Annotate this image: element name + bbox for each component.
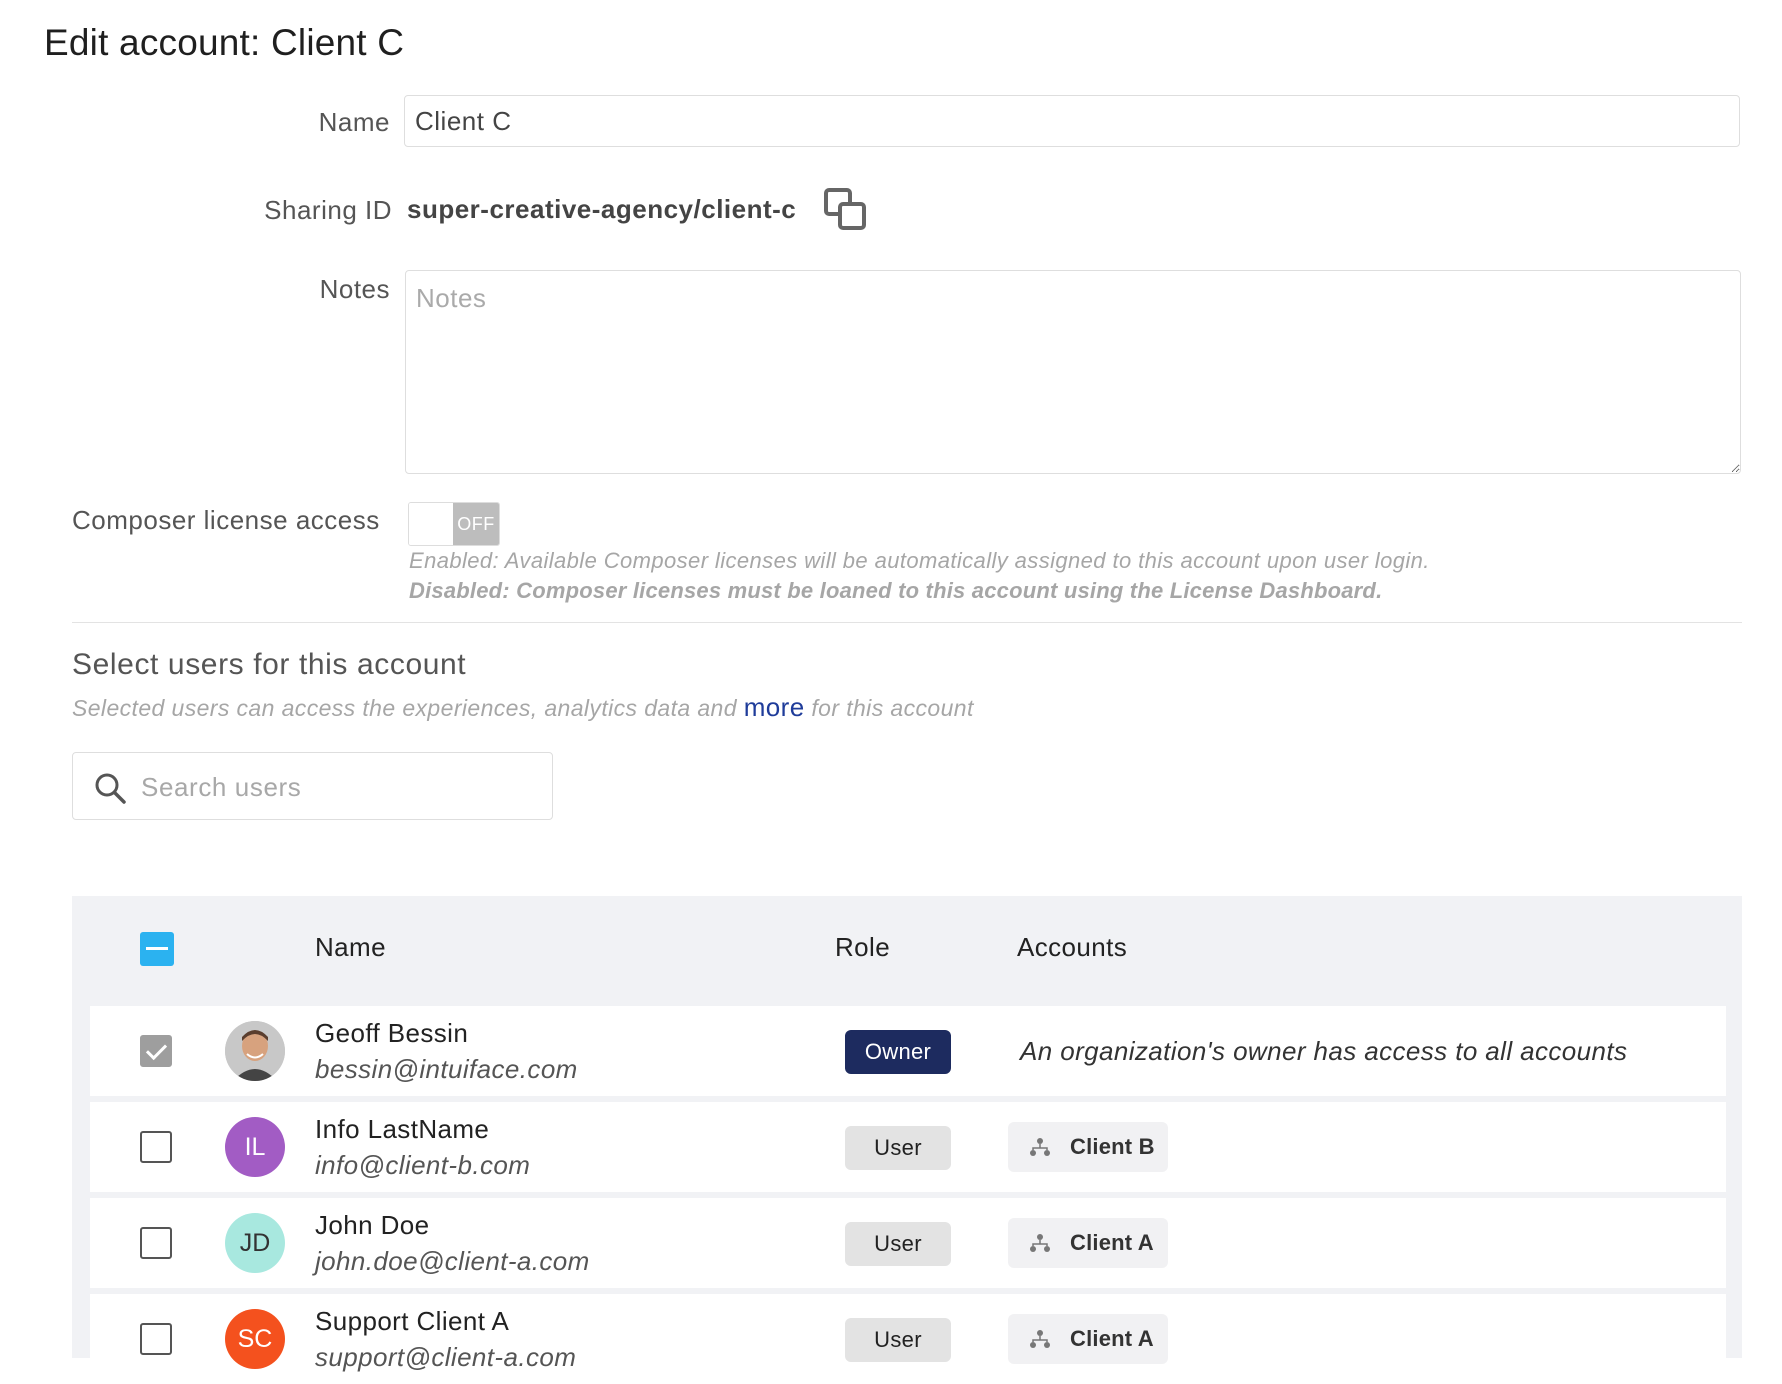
section-divider: [72, 622, 1742, 623]
table-row: Geoff Bessin bessin@intuiface.com Owner …: [90, 1006, 1726, 1096]
search-icon: [95, 773, 126, 804]
user-email: john.doe@client-a.com: [315, 1246, 590, 1276]
users-section-title: Select users for this account: [72, 648, 467, 681]
edit-account-page: Edit account: Client C Name Sharing ID s…: [0, 0, 1782, 1384]
sitemap-icon: [1030, 1138, 1050, 1156]
sitemap-icon: [1030, 1234, 1050, 1252]
page-title: Edit account: Client C: [44, 22, 405, 63]
role-badge: User: [845, 1318, 951, 1362]
account-chip[interactable]: Client A: [1008, 1314, 1168, 1364]
user-name: Geoff Bessin: [315, 1018, 469, 1048]
sharing-id-label: Sharing ID: [264, 195, 392, 225]
account-chip[interactable]: Client A: [1008, 1218, 1168, 1268]
help-disabled-text: Disabled: Composer licenses must be loan…: [409, 578, 1383, 603]
column-header-accounts[interactable]: Accounts: [1017, 932, 1127, 963]
column-header-name[interactable]: Name: [315, 932, 386, 963]
account-label: Client B: [1070, 1134, 1155, 1159]
account-label: Client A: [1070, 1230, 1154, 1255]
avatar: JD: [225, 1213, 285, 1273]
avatar-photo-icon: [225, 1021, 285, 1081]
search-box: [72, 752, 553, 820]
copy-icon[interactable]: [822, 186, 870, 234]
name-label: Name: [318, 107, 390, 137]
avatar: IL: [225, 1117, 285, 1177]
subtitle-text-after: for this account: [804, 695, 974, 721]
users-table: Name Role Accounts Geoff Bessin bessin@i…: [72, 896, 1742, 1384]
table-row: JD John Doe john.doe@client-a.com User C…: [90, 1198, 1726, 1288]
user-email: bessin@intuiface.com: [315, 1054, 578, 1084]
toggle-state: OFF: [453, 503, 499, 545]
account-chip[interactable]: Client B: [1008, 1122, 1168, 1172]
avatar: [225, 1021, 285, 1081]
row-checkbox[interactable]: [140, 1131, 172, 1163]
user-name: John Doe: [315, 1210, 430, 1240]
user-name: Support Client A: [315, 1306, 510, 1336]
select-all-checkbox[interactable]: [140, 932, 174, 966]
row-checkbox[interactable]: [140, 1323, 172, 1355]
notes-label: Notes: [319, 274, 390, 304]
account-label: Client A: [1070, 1326, 1154, 1351]
user-email: info@client-b.com: [315, 1150, 531, 1180]
composer-license-label: Composer license access: [72, 505, 380, 535]
composer-license-toggle[interactable]: OFF: [408, 502, 500, 546]
row-checkbox: [140, 1035, 172, 1067]
more-link[interactable]: more: [744, 692, 805, 722]
table-row: SC Support Client A support@client-a.com…: [90, 1294, 1726, 1384]
sitemap-icon: [1030, 1330, 1050, 1348]
toggle-knob: [409, 503, 454, 545]
help-enabled-text: Enabled: Available Composer licenses wil…: [409, 548, 1430, 573]
search-users-input[interactable]: [139, 761, 543, 813]
notes-textarea[interactable]: [405, 270, 1741, 474]
users-section-subtitle: Selected users can access the experience…: [72, 692, 974, 723]
owner-accounts-note: An organization's owner has access to al…: [1020, 1036, 1628, 1066]
name-input[interactable]: [404, 95, 1740, 147]
avatar: SC: [225, 1309, 285, 1369]
table-row: IL Info LastName info@client-b.com User …: [90, 1102, 1726, 1192]
role-badge: User: [845, 1126, 951, 1170]
user-name: Info LastName: [315, 1114, 490, 1144]
row-checkbox[interactable]: [140, 1227, 172, 1259]
sharing-id-value: super-creative-agency/client-c: [407, 194, 797, 224]
subtitle-text-before: Selected users can access the experience…: [72, 695, 744, 721]
column-header-role[interactable]: Role: [835, 932, 890, 963]
role-badge: Owner: [845, 1030, 951, 1074]
role-badge: User: [845, 1222, 951, 1266]
